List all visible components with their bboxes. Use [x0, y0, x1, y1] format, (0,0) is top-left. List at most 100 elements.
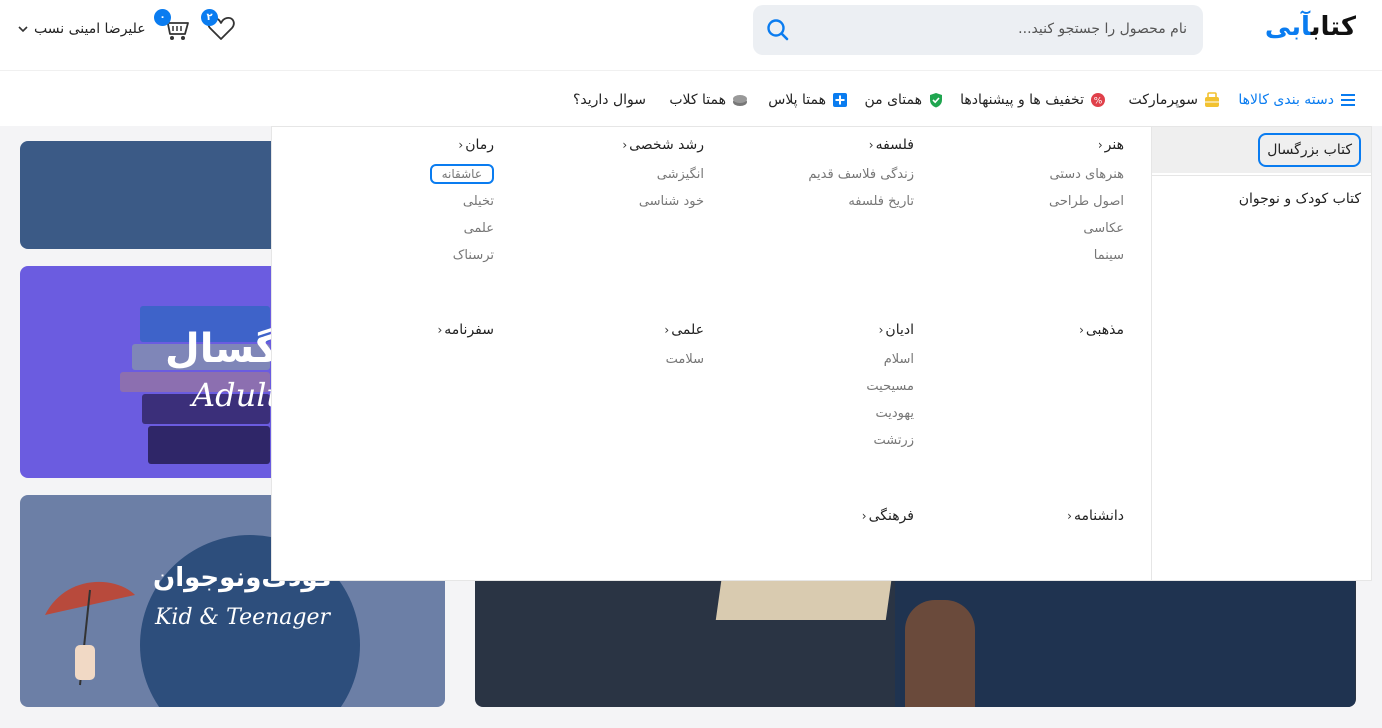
category-title: هنر — [1104, 137, 1124, 153]
subcategory-link[interactable]: تاریخ فلسفه — [704, 188, 914, 215]
category-heading[interactable]: فرهنگی ‹ — [704, 506, 914, 526]
category-mega-menu: کتاب بزرگسال کتاب کودک و نوجوان هنر ‹ هنر… — [271, 126, 1372, 581]
chevron-left-icon: ‹ — [1079, 323, 1084, 337]
category-heading[interactable]: علمی ‹ — [494, 320, 704, 340]
subcategory-link[interactable]: انگیزشی — [494, 161, 704, 188]
nav-label: تخفیف ها و پیشنهادها — [960, 92, 1084, 108]
subcategory-link[interactable]: هنرهای دستی — [914, 161, 1124, 188]
search-icon[interactable] — [765, 17, 791, 43]
nav-hamta-club[interactable]: همتا کلاب — [669, 90, 748, 110]
category-column-philosophy: فلسفه ‹ زندگی فلاسف قدیم تاریخ فلسفه — [704, 135, 914, 215]
search-box[interactable]: نام محصول را جستجو کنید... — [753, 5, 1203, 55]
category-title: فلسفه — [875, 137, 914, 153]
logo-main-text: کتاب — [1310, 12, 1357, 42]
nav-label: همتا پلاس — [768, 92, 826, 108]
subcategory-link[interactable]: عکاسی — [914, 215, 1124, 242]
subcategory-link[interactable]: تخیلی — [284, 188, 494, 215]
category-title: رمان — [465, 137, 494, 153]
kids-banner-subtitle: Kid & Teenager — [155, 605, 331, 630]
category-column-art: هنر ‹ هنرهای دستی اصول طراحی عکاسی سینما — [914, 135, 1124, 269]
site-header: کتابآبی نام محصول را جستجو کنید... علیرض… — [0, 0, 1382, 70]
side-item-kids-books[interactable]: کتاب کودک و نوجوان — [1152, 175, 1371, 221]
umbrella-illustration — [45, 581, 135, 686]
side-item-label: کتاب کودک و نوجوان — [1238, 190, 1361, 207]
basket-icon — [1205, 92, 1219, 107]
chevron-left-icon: ‹ — [878, 323, 884, 337]
category-heading[interactable]: رمان ‹ — [284, 135, 494, 155]
nav-my-hamta[interactable]: همتای من — [864, 90, 944, 110]
subcategory-link[interactable]: خود شناسی — [494, 188, 704, 215]
category-heading[interactable]: سفرنامه ‹ — [284, 320, 494, 340]
nav-hamta-plus[interactable]: همتا پلاس — [768, 90, 848, 110]
user-menu[interactable]: علیرضا امینی نسب — [18, 18, 146, 40]
category-heading[interactable]: هنر ‹ — [914, 135, 1124, 155]
nav-questions[interactable]: سوال دارید؟ — [573, 90, 646, 110]
wishlist-count-badge: ۲ — [201, 9, 218, 26]
chevron-left-icon: ‹ — [437, 323, 443, 337]
mega-menu-sidebar: کتاب بزرگسال کتاب کودک و نوجوان — [1151, 127, 1371, 580]
category-title: رشد شخصی — [629, 137, 704, 153]
subcategory-link[interactable]: اصول طراحی — [914, 188, 1124, 215]
subcategory-link-highlighted[interactable]: عاشقانه — [284, 161, 494, 188]
nav-label: دسته بندی کالاها — [1238, 92, 1334, 108]
category-heading[interactable]: فلسفه ‹ — [704, 135, 914, 155]
main-nav: دسته بندی کالاها سوپرمارکت % تخفیف ها و … — [0, 70, 1382, 126]
coin-icon — [733, 95, 747, 106]
chevron-left-icon: ‹ — [861, 509, 867, 523]
chevron-left-icon: ‹ — [1067, 509, 1072, 523]
subcategory-link[interactable]: زرتشت — [704, 427, 914, 454]
category-heading[interactable]: مذهبی ‹ — [914, 320, 1124, 340]
category-column-personal-growth: رشد شخصی ‹ انگیزشی خود شناسی — [494, 135, 704, 215]
category-column-travelogue: سفرنامه ‹ — [284, 320, 494, 340]
nav-label: همتای من — [864, 92, 922, 108]
category-title: دانشنامه — [1073, 508, 1124, 524]
subcategory-link[interactable]: علمی — [284, 215, 494, 242]
subcategory-label: عاشقانه — [429, 164, 494, 184]
nav-label: سوپرمارکت — [1128, 92, 1198, 108]
category-column-cultural: فرهنگی ‹ — [704, 506, 914, 526]
chevron-left-icon: ‹ — [458, 138, 464, 152]
category-column-religious: مذهبی ‹ — [914, 320, 1124, 340]
category-heading[interactable]: دانشنامه ‹ — [914, 506, 1124, 526]
reading-hero-banner[interactable] — [475, 560, 1356, 707]
category-title: فرهنگی — [868, 508, 914, 524]
plus-square-icon — [833, 93, 847, 107]
nav-label: همتا کلاب — [669, 92, 726, 108]
menu-icon — [1341, 94, 1355, 106]
discount-icon: % — [1091, 93, 1105, 107]
side-item-label: کتاب بزرگسال — [1258, 133, 1361, 167]
side-item-adult-books[interactable]: کتاب بزرگسال — [1152, 127, 1371, 173]
category-heading[interactable]: رشد شخصی ‹ — [494, 135, 704, 155]
subcategory-link[interactable]: سلامت — [494, 346, 704, 373]
nav-categories[interactable]: دسته بندی کالاها — [1238, 90, 1356, 110]
nav-label: سوال دارید؟ — [572, 92, 646, 108]
nav-supermarket[interactable]: سوپرمارکت — [1128, 90, 1220, 110]
subcategory-link[interactable]: سینما — [914, 242, 1124, 269]
shield-check-icon — [930, 93, 942, 108]
category-title: علمی — [671, 322, 704, 338]
category-column-novel: رمان ‹ عاشقانه تخیلی علمی ترسناک — [284, 135, 494, 269]
cart-count-badge: ۰ — [154, 9, 171, 26]
category-heading[interactable]: ادیان ‹ — [704, 320, 914, 340]
logo-accent-text: آبی — [1264, 12, 1312, 42]
category-title: مذهبی — [1085, 322, 1124, 338]
category-title: سفرنامه — [444, 322, 494, 338]
subcategory-link[interactable]: مسیحیت — [704, 373, 914, 400]
search-input[interactable]: نام محصول را جستجو کنید... — [1018, 21, 1187, 37]
svg-text:%: % — [1094, 97, 1103, 107]
subcategory-link[interactable]: یهودیت — [704, 400, 915, 427]
adult-banner-subtitle: Adult — [192, 376, 280, 414]
chevron-left-icon: ‹ — [1097, 138, 1103, 152]
banner-hand-shape — [905, 600, 975, 707]
chevron-left-icon: ‹ — [664, 323, 670, 337]
subcategory-link[interactable]: اسلام — [704, 346, 914, 373]
nav-discounts[interactable]: % تخفیف ها و پیشنهادها — [960, 90, 1106, 110]
category-column-encyclopedia: دانشنامه ‹ — [914, 506, 1124, 526]
subcategory-link[interactable]: ترسناک — [284, 242, 494, 269]
category-title: ادیان — [885, 322, 914, 338]
user-name: علیرضا امینی نسب — [34, 21, 146, 37]
category-column-religions: ادیان ‹ اسلام مسیحیت یهودیت زرتشت — [704, 320, 914, 454]
subcategory-link[interactable]: زندگی فلاسف قدیم — [704, 161, 914, 188]
site-logo[interactable]: کتابآبی — [1246, 12, 1357, 52]
category-column-science: علمی ‹ سلامت — [494, 320, 704, 373]
